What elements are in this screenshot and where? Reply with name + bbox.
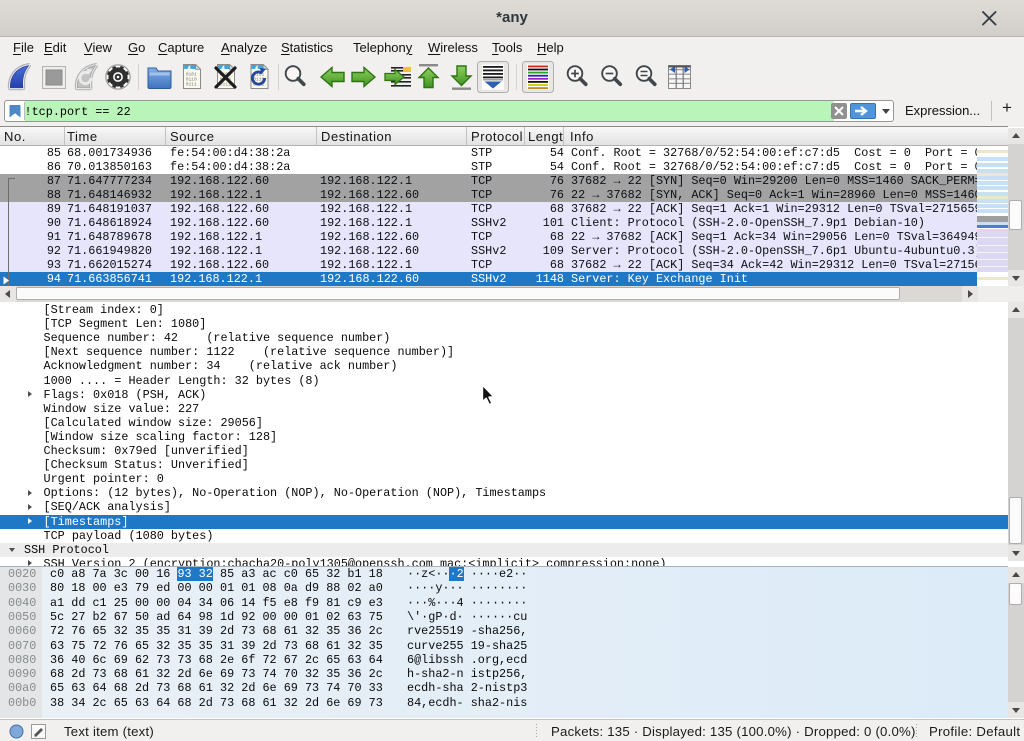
svg-text:0111: 0111 [186, 82, 197, 88]
